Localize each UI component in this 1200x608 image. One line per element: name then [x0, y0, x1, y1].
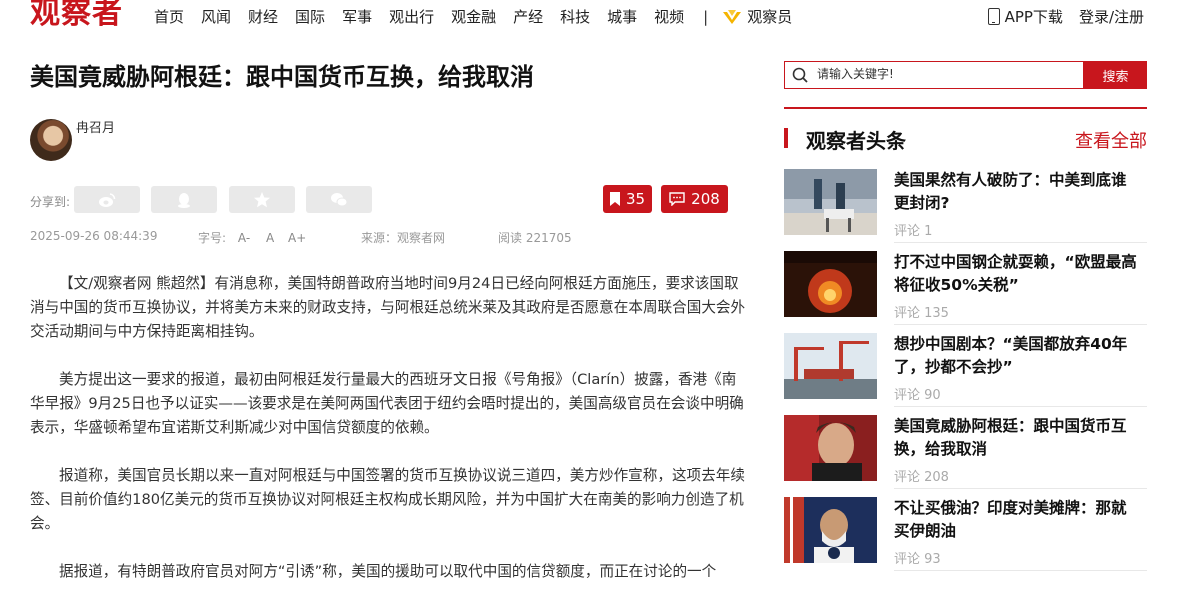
- bookmark-count: 35: [625, 190, 646, 208]
- share-wechat-button[interactable]: [306, 186, 372, 213]
- news-thumbnail[interactable]: [784, 169, 877, 235]
- login-register-link[interactable]: 登录/注册: [1079, 6, 1144, 27]
- headline-text[interactable]: 打不过中国钢企就耍赖，“欧盟最高将征收50%关税”: [894, 251, 1139, 297]
- phone-icon: [987, 8, 1000, 25]
- headline-text[interactable]: 美国竟威胁阿根廷：跟中国货币互换，给我取消: [894, 415, 1139, 461]
- font-size-controls: 字号: A- A A+: [198, 229, 306, 246]
- nav-separator: |: [703, 7, 709, 26]
- nav-item-tech[interactable]: 科技: [560, 6, 590, 27]
- search-icon: [792, 67, 808, 83]
- news-thumbnail[interactable]: [784, 415, 877, 481]
- article-paragraph: 据报道，有特朗普政府官员对阿方“引诱”称，美国的援助可以取代中国的信贷额度，而正…: [59, 563, 717, 580]
- nav-item-home[interactable]: 首页: [154, 6, 184, 27]
- headline-item[interactable]: 打不过中国钢企就耍赖，“欧盟最高将征收50%关税” 评论 135: [784, 251, 1147, 333]
- headline-comment-count: 评论 1: [894, 224, 933, 239]
- bookmark-button[interactable]: 35: [603, 185, 652, 213]
- font-normal-button[interactable]: A: [266, 231, 274, 245]
- search-button[interactable]: 搜索: [1084, 61, 1147, 89]
- section-title: 观察者头条: [806, 129, 906, 153]
- search-box: [784, 61, 1084, 89]
- header-right-links: APP下载 登录/注册: [987, 6, 1144, 27]
- comment-button[interactable]: 208: [661, 185, 728, 213]
- share-favorite-button[interactable]: [229, 186, 295, 213]
- article-paragraph: 美方提出这一要求的报道，最初由阿根廷发行量最大的西班牙文日报《号角报》（Clar…: [30, 371, 744, 436]
- share-qq-button[interactable]: [151, 186, 217, 213]
- share-label: 分享到:: [30, 195, 71, 209]
- headline-item[interactable]: 想抄中国剧本？“美国都放弃40年了，抄都不会抄” 评论 90: [784, 333, 1147, 415]
- nav-item-financial[interactable]: 观金融: [451, 6, 496, 27]
- bookmark-icon: [609, 192, 620, 206]
- author-avatar[interactable]: [30, 119, 72, 161]
- weibo-icon: [99, 192, 116, 207]
- headline-item[interactable]: 不让买俄油？印度对美摊牌：那就买伊朗油 评论 93: [784, 497, 1147, 579]
- article-source: 来源：观察者网: [361, 231, 446, 245]
- font-larger-button[interactable]: A+: [288, 231, 306, 245]
- headline-divider: [894, 324, 1147, 325]
- nav-item-fengwen[interactable]: 风闻: [201, 6, 231, 27]
- article-title: 美国竟威胁阿根廷：跟中国货币互换，给我取消: [30, 63, 534, 91]
- headline-comment-count: 评论 135: [894, 306, 949, 321]
- sidebar-divider: [784, 107, 1147, 109]
- site-logo[interactable]: 观察者: [30, 0, 123, 34]
- headline-divider: [894, 242, 1147, 243]
- read-count: 阅读 221705: [498, 231, 572, 245]
- search-input[interactable]: [815, 66, 1079, 82]
- search-bar: 搜索: [784, 61, 1147, 89]
- nav-item-military[interactable]: 军事: [342, 6, 372, 27]
- view-all-link[interactable]: 查看全部: [1075, 127, 1147, 153]
- nav-item-video[interactable]: 视频: [654, 6, 684, 27]
- headline-text[interactable]: 美国果然有人破防了：中美到底谁更封闭?: [894, 169, 1139, 215]
- comment-count: 208: [691, 190, 720, 208]
- headline-divider: [894, 406, 1147, 407]
- article-paragraph: 报道称，美国官员长期以来一直对阿根廷与中国签署的货币互换协议说三道四，美方炒作宣…: [30, 467, 745, 532]
- top-navigation-bar: 观察者 首页 风闻 财经 国际 军事 观出行 观金融 产经 科技 城事 视频 |…: [0, 0, 1200, 36]
- app-download-label: APP下载: [1004, 8, 1063, 26]
- news-thumbnail[interactable]: [784, 497, 877, 563]
- article-paragraph: 【文/观察者网 熊超然】有消息称，美国特朗普政府当地时间9月24日已经向阿根廷方…: [30, 275, 746, 340]
- headline-divider: [894, 488, 1147, 489]
- vip-badge-icon: [723, 9, 742, 24]
- nav-item-industry[interactable]: 产经: [513, 6, 543, 27]
- nav-item-finance[interactable]: 财经: [248, 6, 278, 27]
- main-nav: 首页 风闻 财经 国际 军事 观出行 观金融 产经 科技 城事 视频 | 观察员: [154, 6, 809, 27]
- wechat-icon: [331, 192, 348, 206]
- headline-text[interactable]: 想抄中国剧本？“美国都放弃40年了，抄都不会抄”: [894, 333, 1139, 379]
- star-icon: [254, 191, 270, 207]
- headline-item[interactable]: 美国果然有人破防了：中美到底谁更封闭? 评论 1: [784, 169, 1147, 251]
- nav-observer-label: 观察员: [747, 8, 793, 26]
- nav-item-international[interactable]: 国际: [295, 6, 325, 27]
- news-thumbnail[interactable]: [784, 333, 877, 399]
- article-body: 【文/观察者网 熊超然】有消息称，美国特朗普政府当地时间9月24日已经向阿根廷方…: [30, 272, 748, 608]
- headline-comment-count: 评论 208: [894, 470, 949, 485]
- nav-item-travel[interactable]: 观出行: [389, 6, 434, 27]
- author-name[interactable]: 冉召月: [76, 117, 115, 136]
- headline-item[interactable]: 美国竟威胁阿根廷：跟中国货币互换，给我取消 评论 208: [784, 415, 1147, 497]
- font-smaller-button[interactable]: A-: [238, 231, 250, 245]
- headline-comment-count: 评论 93: [894, 552, 941, 567]
- headline-text[interactable]: 不让买俄油？印度对美摊牌：那就买伊朗油: [894, 497, 1139, 543]
- headline-divider: [894, 570, 1147, 571]
- headline-comment-count: 评论 90: [894, 388, 941, 403]
- nav-item-observer[interactable]: 观察员: [722, 6, 792, 27]
- app-download-link[interactable]: APP下载: [987, 6, 1063, 27]
- publish-date: 2025-09-26 08:44:39: [30, 229, 158, 243]
- nav-item-city[interactable]: 城事: [607, 6, 637, 27]
- qq-icon: [178, 192, 190, 208]
- share-weibo-button[interactable]: [74, 186, 140, 213]
- section-accent-bar: [784, 128, 788, 148]
- news-thumbnail[interactable]: [784, 251, 877, 317]
- font-size-label: 字号:: [198, 231, 227, 245]
- comment-icon: [669, 192, 685, 206]
